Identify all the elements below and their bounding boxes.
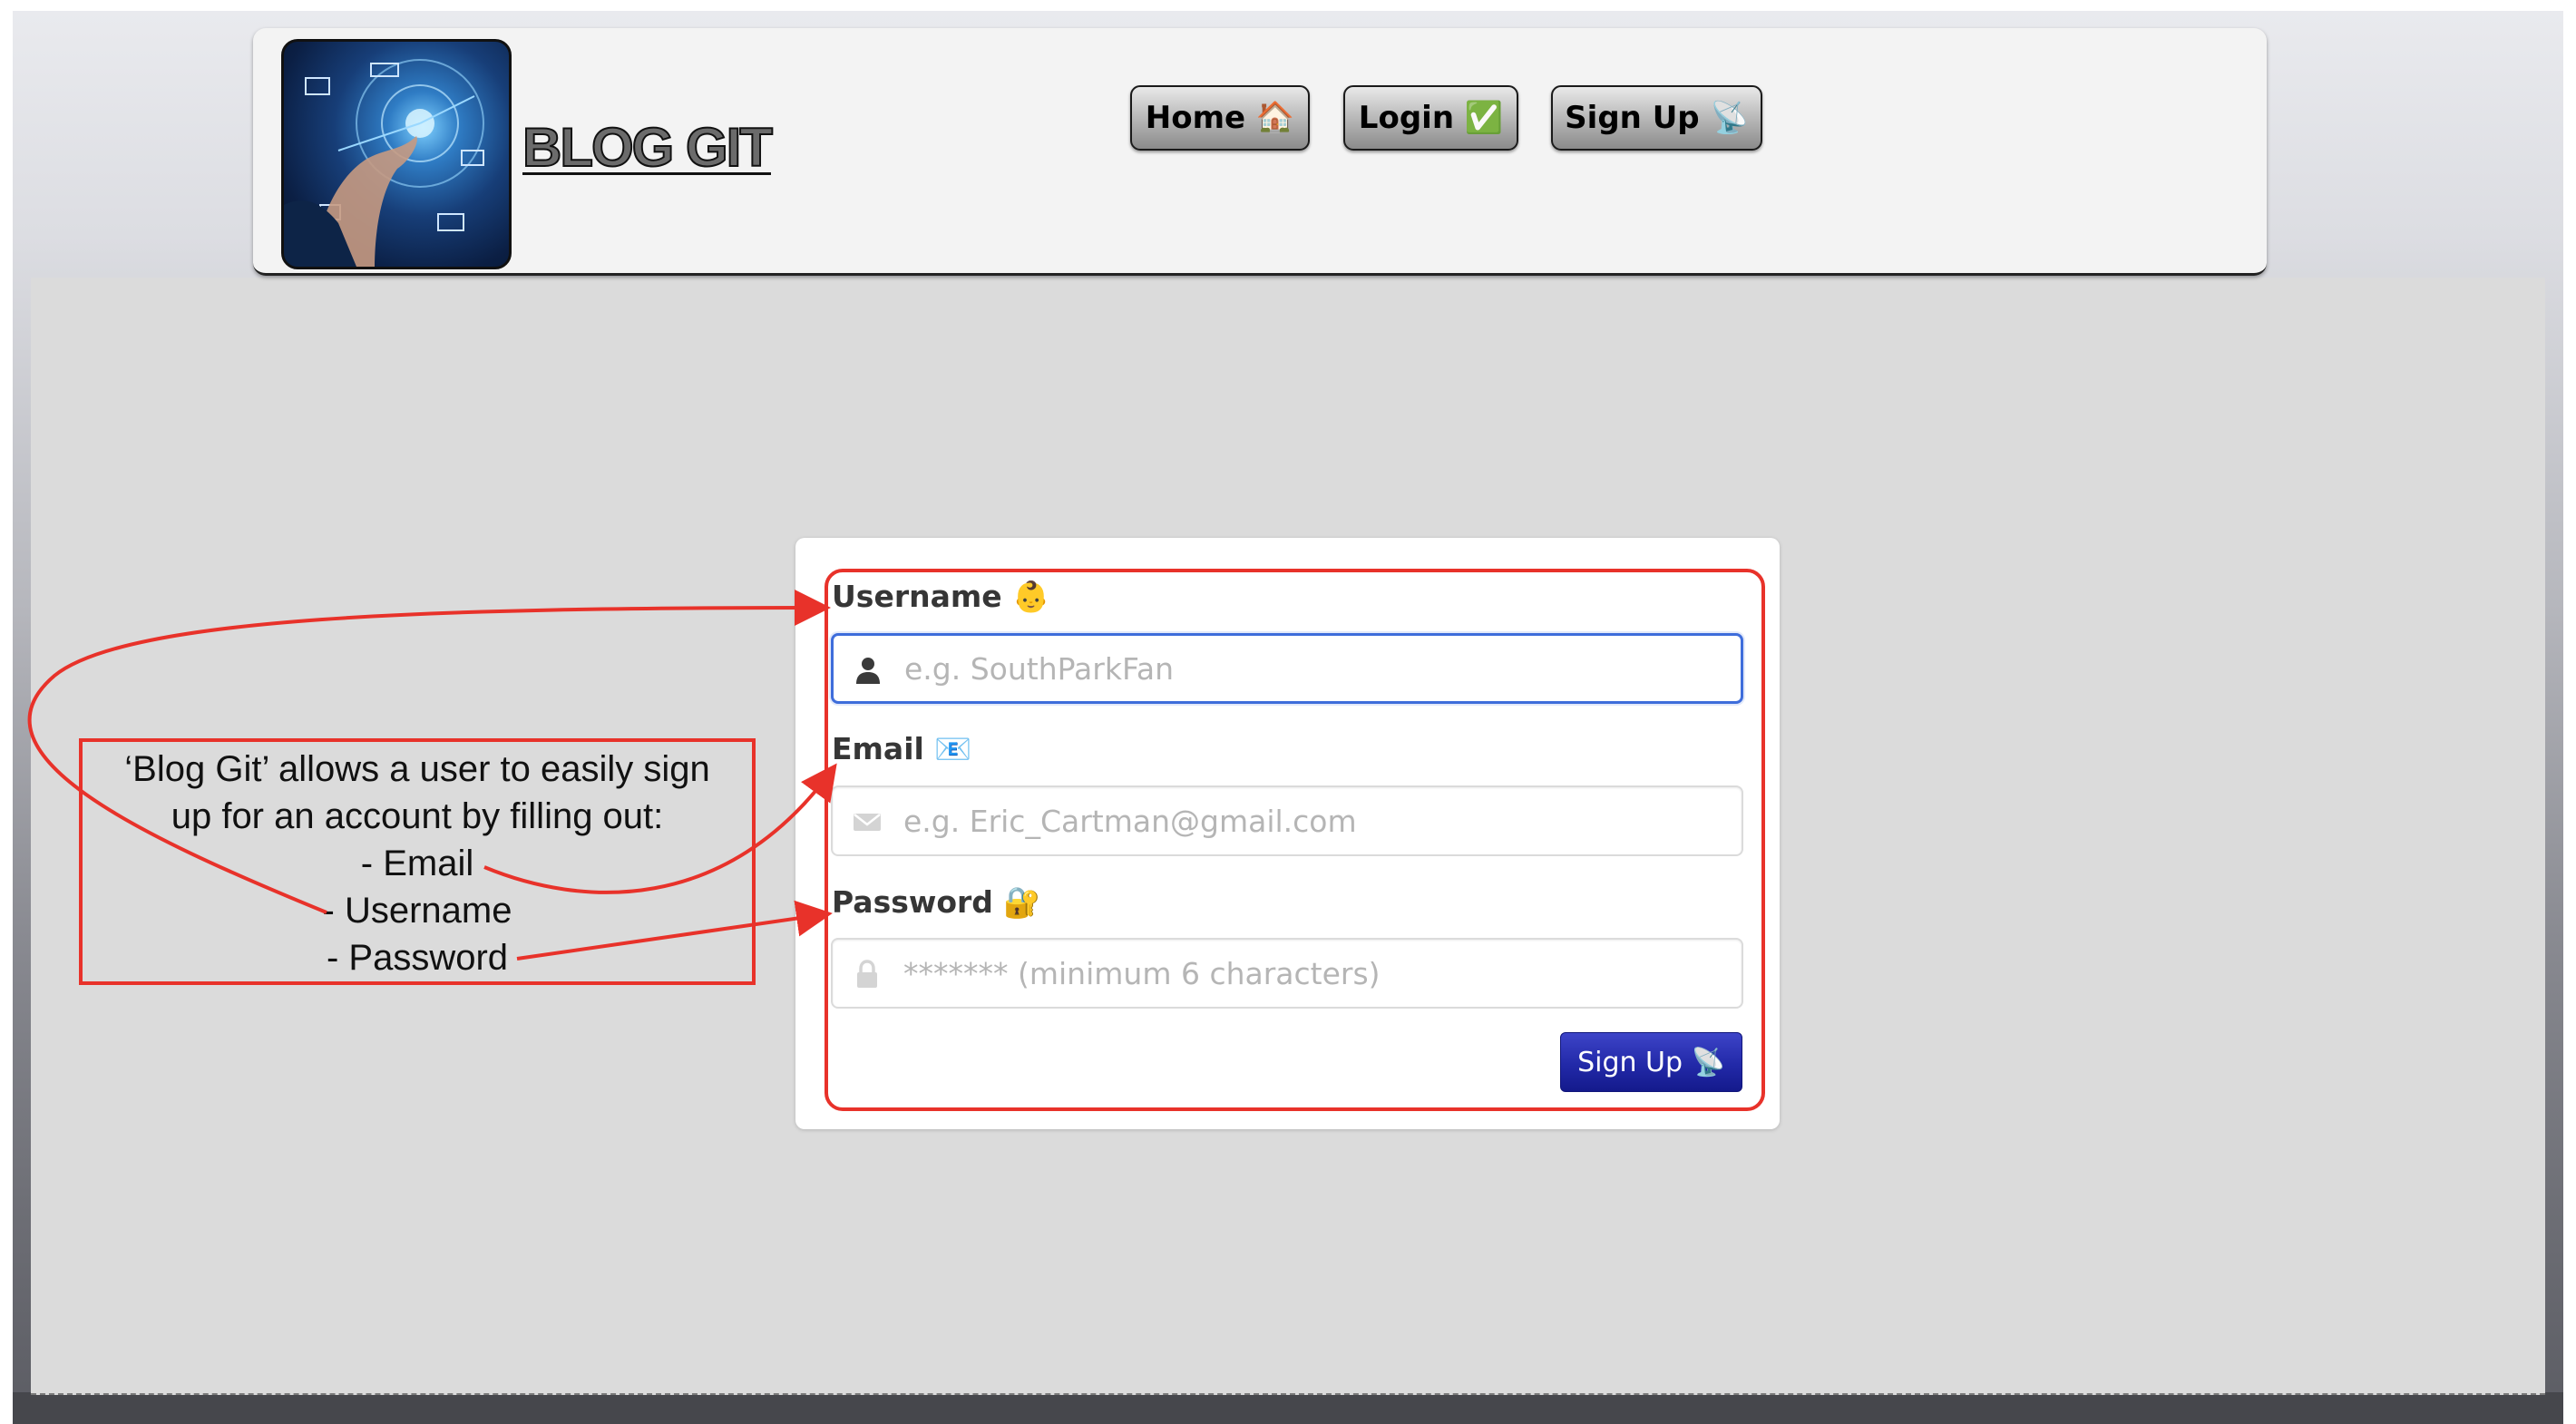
password-input[interactable]	[903, 940, 1720, 1007]
nav-login-button[interactable]: Login ✅	[1343, 85, 1518, 151]
username-field[interactable]	[831, 633, 1743, 704]
annotation-line: up for an account by filling out:	[171, 796, 664, 836]
logo-image[interactable]	[281, 39, 512, 269]
envelope-icon	[854, 814, 881, 831]
password-field[interactable]	[831, 938, 1743, 1009]
username-label: Username 👶	[832, 579, 1050, 614]
user-icon	[856, 658, 880, 684]
nav-home-button[interactable]: Home 🏠	[1130, 85, 1310, 151]
logo-artwork	[284, 59, 484, 267]
email-label: Email 📧	[832, 731, 972, 766]
signup-submit-button[interactable]: Sign Up 📡	[1560, 1032, 1742, 1092]
annotation-line-username: - Username	[322, 891, 512, 931]
password-label: Password 🔐	[832, 884, 1041, 920]
annotation-line-password: - Password	[326, 938, 509, 978]
nav-signup-button[interactable]: Sign Up 📡	[1551, 85, 1762, 151]
footer-bar	[13, 1392, 2563, 1424]
username-input[interactable]	[904, 636, 1721, 701]
annotation-line: ‘Blog Git’ allows a user to easily sign	[124, 749, 710, 789]
lock-icon	[857, 960, 877, 988]
annotation-note: ‘Blog Git’ allows a user to easily sign …	[79, 746, 756, 981]
email-field[interactable]	[831, 785, 1743, 856]
email-input[interactable]	[903, 787, 1720, 854]
brand-title[interactable]: BLOG GIT	[522, 116, 774, 179]
annotation-line-email: - Email	[360, 844, 474, 883]
